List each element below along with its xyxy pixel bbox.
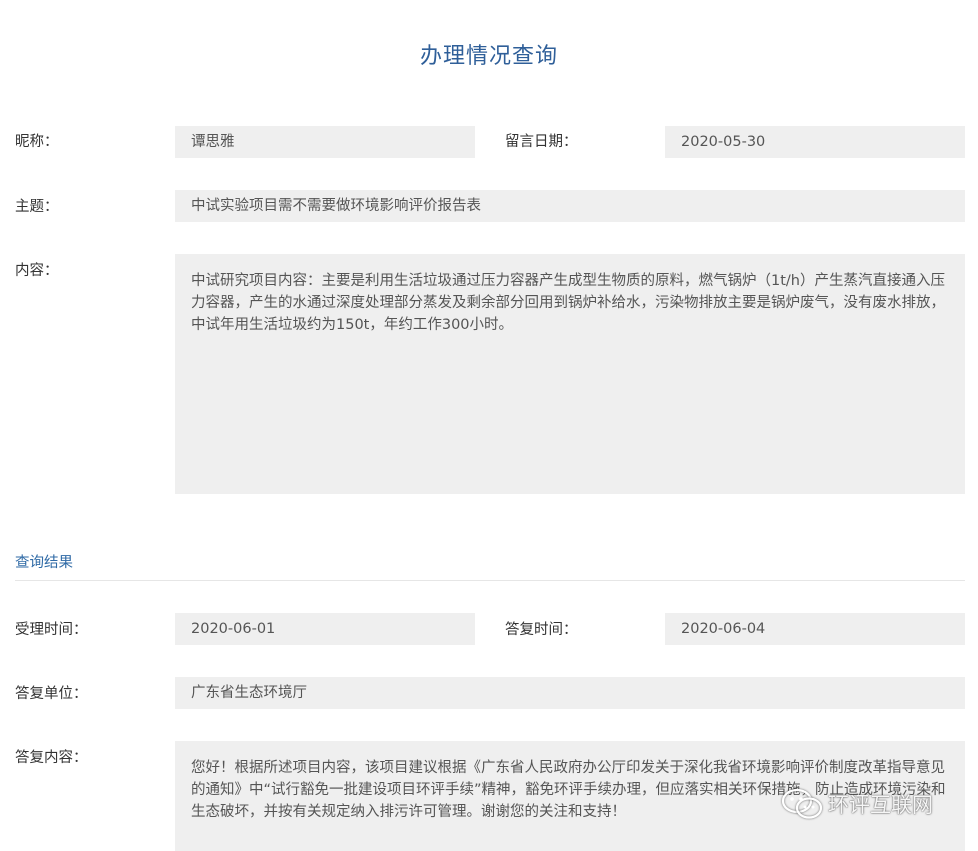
page-title: 办理情况查询 — [419, 44, 558, 69]
nickname-label: 昵称： — [15, 134, 59, 150]
reply-unit-label: 答复单位： — [15, 686, 88, 702]
reply-time-field: 2020-06-04 — [665, 613, 965, 645]
content-text: 中试研究项目内容：主要是利用生活垃圾通过压力容器产生成型生物质的原料，燃气锅炉（… — [175, 254, 965, 494]
reply-content-label: 答复内容： — [15, 750, 88, 766]
subject-label: 主题： — [15, 199, 59, 215]
message-date-label: 留言日期： — [505, 134, 578, 150]
reply-unit-field: 广东省生态环境厅 — [175, 677, 965, 709]
message-date-field: 2020-05-30 — [665, 126, 965, 158]
accept-time-label: 受理时间： — [15, 622, 88, 638]
content-label: 内容： — [15, 263, 59, 279]
wechat-icon — [780, 787, 824, 821]
watermark-text: 环评互联网 — [828, 793, 933, 817]
watermark: 环评互联网 — [780, 784, 933, 824]
nickname-field: 谭思雅 — [175, 126, 475, 158]
section-title-query-result: 查询结果 — [15, 555, 73, 571]
reply-time-label: 答复时间： — [505, 622, 578, 638]
subject-field: 中试实验项目需不需要做环境影响评价报告表 — [175, 190, 965, 222]
accept-time-field: 2020-06-01 — [175, 613, 475, 645]
section-divider — [15, 580, 965, 581]
